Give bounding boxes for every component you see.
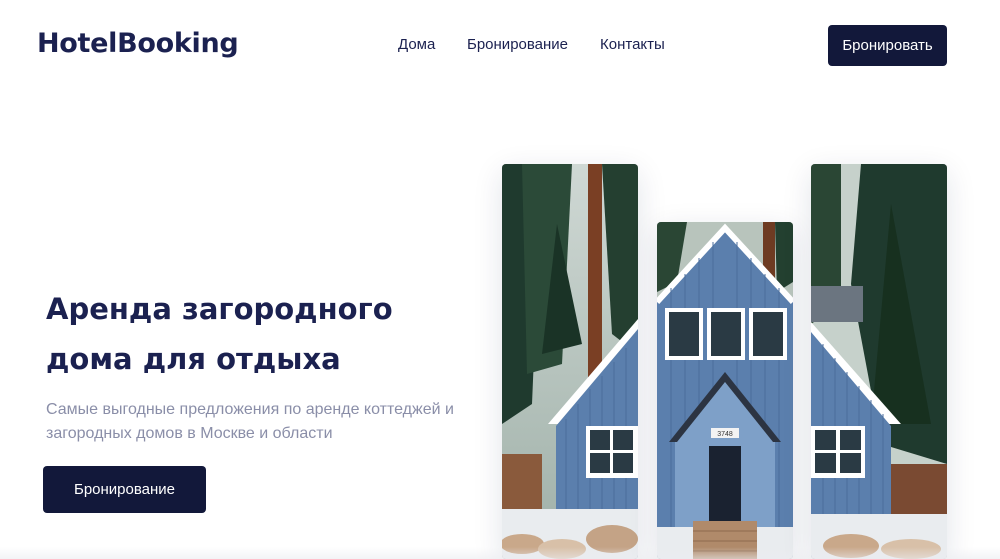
cabin-photo-center: 3748 xyxy=(657,222,793,559)
hero-booking-button[interactable]: Бронирование xyxy=(43,466,206,513)
hero-title: Аренда загородного дома для отдыха xyxy=(46,292,393,376)
site-header: HotelBooking Дома Бронирование Контакты … xyxy=(0,0,1000,90)
nav-link-booking[interactable]: Бронирование xyxy=(467,36,568,53)
house-number-sign: 3748 xyxy=(717,431,733,438)
cabin-photo-left xyxy=(502,164,638,559)
cabin-photo-right xyxy=(811,164,947,559)
hero-subtitle: Самые выгодные предложения по аренде кот… xyxy=(46,401,454,442)
book-now-button[interactable]: Бронировать xyxy=(828,25,947,66)
site-logo[interactable]: HotelBooking xyxy=(37,28,239,59)
bottom-fade xyxy=(0,547,1000,559)
nav-link-contacts[interactable]: Контакты xyxy=(600,36,665,53)
nav-link-houses[interactable]: Дома xyxy=(398,36,435,53)
